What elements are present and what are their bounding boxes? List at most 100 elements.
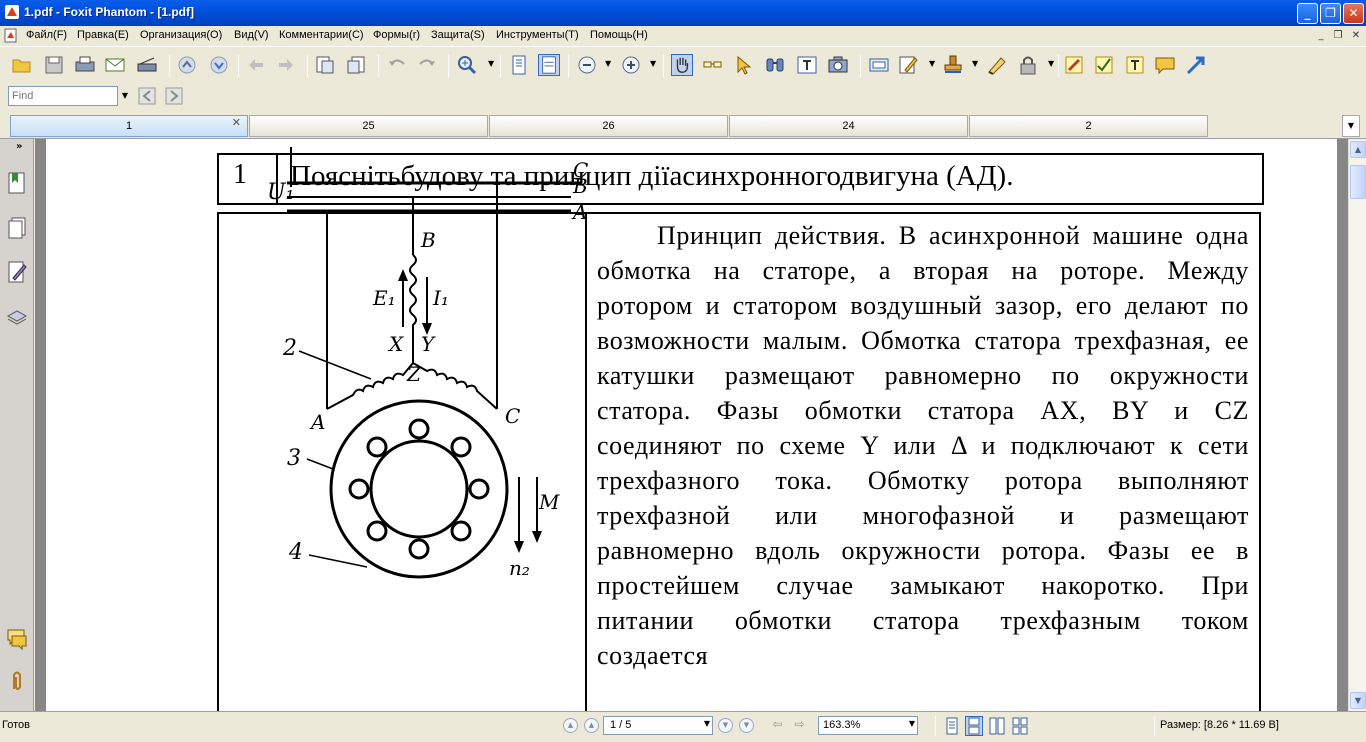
minimize-button[interactable]: _ bbox=[1297, 3, 1318, 24]
zoom-plus-icon[interactable] bbox=[620, 54, 642, 76]
find-icon[interactable] bbox=[764, 54, 786, 76]
comment-icon[interactable] bbox=[1154, 54, 1176, 76]
last-page-icon[interactable]: ▼ bbox=[739, 718, 754, 733]
vertical-scrollbar[interactable]: ▲ ▼ bbox=[1348, 139, 1366, 711]
zoom-in-icon[interactable] bbox=[456, 54, 478, 76]
tab-list-dropdown-icon[interactable]: ▼ bbox=[1342, 115, 1360, 137]
tab-page-24[interactable]: 24 bbox=[729, 115, 968, 137]
menu-tools[interactable]: Инструменты(T) bbox=[496, 29, 579, 41]
next-page-status-icon[interactable]: ▼ bbox=[718, 718, 733, 733]
bookmarks-panel-icon[interactable] bbox=[6, 171, 28, 195]
hand-tool-icon[interactable] bbox=[671, 54, 693, 76]
arrow-icon[interactable] bbox=[1185, 54, 1207, 76]
find-next-icon[interactable] bbox=[163, 85, 185, 107]
mdi-restore-icon[interactable]: ❐ bbox=[1332, 30, 1344, 42]
zoom-level-dropdown-icon[interactable]: ▼ bbox=[909, 719, 915, 728]
stamp-icon[interactable] bbox=[942, 54, 964, 76]
label-3-leader bbox=[306, 458, 334, 470]
menu-organize[interactable]: Организация(O) bbox=[140, 29, 222, 41]
textbox-icon[interactable] bbox=[1124, 54, 1146, 76]
menu-file[interactable]: Файл(F) bbox=[26, 29, 67, 41]
next-page-icon[interactable] bbox=[208, 54, 230, 76]
select-text-icon[interactable] bbox=[702, 54, 724, 76]
page-dropdown-icon[interactable]: ▼ bbox=[704, 719, 710, 728]
fit-width-icon[interactable] bbox=[538, 54, 560, 76]
fit-page-icon[interactable] bbox=[508, 54, 530, 76]
facing-view-icon[interactable] bbox=[989, 717, 1005, 735]
redo-icon[interactable] bbox=[416, 54, 438, 76]
layers-panel-icon[interactable] bbox=[6, 304, 28, 328]
toolbar-separator bbox=[663, 55, 664, 77]
zoom-out-icon[interactable] bbox=[576, 54, 598, 76]
continuous-facing-view-icon[interactable] bbox=[1012, 717, 1028, 735]
insert-page-icon[interactable] bbox=[314, 54, 336, 76]
find-dropdown-icon[interactable]: ▼ bbox=[119, 86, 131, 106]
typewriter-icon[interactable] bbox=[796, 54, 818, 76]
forward-icon[interactable] bbox=[275, 54, 297, 76]
stamp-dropdown-icon[interactable]: ▼ bbox=[972, 60, 979, 68]
zoom-out-dropdown-icon[interactable]: ▼ bbox=[605, 60, 612, 68]
document-viewport[interactable]: 1 Пояснітьбудову та принцип діїасинхронн… bbox=[35, 139, 1348, 711]
first-page-icon[interactable]: ▲ bbox=[563, 718, 578, 733]
maximize-button[interactable]: ❐ bbox=[1320, 3, 1341, 24]
comments-panel-icon[interactable] bbox=[6, 626, 28, 650]
snapshot-icon[interactable] bbox=[827, 54, 849, 76]
label-y: Y bbox=[421, 332, 436, 356]
sign-icon[interactable] bbox=[986, 54, 1008, 76]
continuous-view-icon[interactable] bbox=[965, 716, 983, 736]
find-input[interactable] bbox=[8, 86, 118, 106]
attachments-panel-icon[interactable] bbox=[6, 669, 28, 693]
tab-page-26[interactable]: 26 bbox=[489, 115, 728, 137]
menu-help[interactable]: Помощь(H) bbox=[590, 29, 648, 41]
menu-protect[interactable]: Защита(S) bbox=[431, 29, 485, 41]
prev-page-status-icon[interactable]: ▲ bbox=[584, 718, 599, 733]
extract-page-icon[interactable] bbox=[345, 54, 367, 76]
zoom-level-field[interactable]: 163.3% ▼ bbox=[818, 716, 918, 735]
undo-icon[interactable] bbox=[386, 54, 408, 76]
menu-view[interactable]: Вид(V) bbox=[234, 29, 269, 41]
open-folder-icon[interactable] bbox=[11, 54, 33, 76]
scroll-up-icon[interactable]: ▲ bbox=[1350, 141, 1366, 158]
tab-close-icon[interactable]: ✕ bbox=[232, 116, 241, 129]
note-icon[interactable] bbox=[1093, 54, 1115, 76]
page-number-field[interactable]: 1 / 5 ▼ bbox=[603, 716, 713, 735]
scroll-thumb[interactable] bbox=[1350, 165, 1366, 199]
email-icon[interactable] bbox=[104, 54, 126, 76]
tab-page-2[interactable]: 2 bbox=[969, 115, 1208, 137]
menu-forms[interactable]: Формы(r) bbox=[373, 29, 420, 41]
toolbar-separator bbox=[307, 55, 308, 77]
select-annotation-icon[interactable] bbox=[733, 54, 755, 76]
close-button[interactable]: ✕ bbox=[1343, 3, 1364, 24]
scan-icon[interactable] bbox=[136, 54, 158, 76]
back-icon[interactable] bbox=[245, 54, 267, 76]
lock-icon[interactable] bbox=[1017, 54, 1039, 76]
tab-page-25[interactable]: 25 bbox=[249, 115, 488, 137]
zoom-dropdown-icon[interactable]: ▼ bbox=[488, 60, 495, 68]
single-page-view-icon[interactable] bbox=[944, 717, 960, 735]
annotations-panel-icon[interactable] bbox=[6, 260, 28, 284]
lock-dropdown-icon[interactable]: ▼ bbox=[1048, 60, 1055, 68]
print-icon[interactable] bbox=[74, 54, 96, 76]
highlight-icon[interactable] bbox=[1063, 54, 1085, 76]
scroll-down-icon[interactable]: ▼ bbox=[1350, 692, 1366, 709]
forward-view-icon[interactable]: ⇨ bbox=[792, 718, 807, 733]
prev-page-icon[interactable] bbox=[176, 54, 198, 76]
form-icon[interactable] bbox=[868, 54, 890, 76]
toolbar-separator bbox=[500, 55, 501, 77]
pages-panel-icon[interactable] bbox=[6, 216, 28, 240]
edit-icon[interactable] bbox=[897, 54, 919, 76]
tab-page-1[interactable]: 1 ✕ bbox=[10, 115, 248, 137]
edit-dropdown-icon[interactable]: ▼ bbox=[929, 60, 936, 68]
back-view-icon[interactable]: ⇦ bbox=[770, 718, 785, 733]
mdi-close-icon[interactable]: ✕ bbox=[1350, 30, 1362, 42]
sidebar-expand-icon[interactable]: » bbox=[16, 141, 30, 155]
label-z: Z bbox=[406, 362, 422, 386]
find-previous-icon[interactable] bbox=[136, 85, 158, 107]
menu-edit[interactable]: Правка(E) bbox=[77, 29, 129, 41]
menu-comments[interactable]: Комментарии(C) bbox=[279, 29, 364, 41]
zoom-plus-dropdown-icon[interactable]: ▼ bbox=[650, 60, 657, 68]
save-icon[interactable] bbox=[43, 54, 65, 76]
coil-b bbox=[409, 254, 417, 363]
mdi-minimize-icon[interactable]: _ bbox=[1315, 30, 1327, 42]
document-icon[interactable] bbox=[4, 28, 18, 43]
